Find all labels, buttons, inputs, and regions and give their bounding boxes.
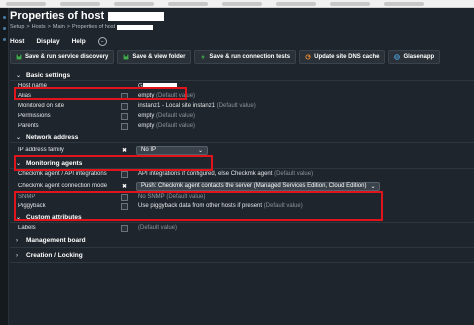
save-view-folder-button[interactable]: Save & view folder [117, 50, 192, 64]
breadcrumb-setup[interactable]: Setup [10, 24, 24, 30]
save-icon [16, 54, 22, 60]
ip-family-checkbox-checked[interactable]: ✖ [121, 147, 128, 154]
row-agent-api-integrations: Checkmk agent / API integrations API int… [18, 170, 314, 178]
page-header: Properties of host Setup > Hosts > Main > P… [10, 10, 165, 30]
update-dns-cache-button[interactable]: Update site DNS cache [299, 50, 386, 64]
section-basic-settings: ⌄ Basic settings Host name G Alias empty… [10, 70, 474, 131]
section-monitoring-agents: ⌄ Monitoring agents Checkmk agent / API … [10, 158, 474, 211]
chevron-down-icon: ⌄ [197, 147, 203, 154]
agent-api-checkbox[interactable] [121, 170, 128, 178]
properties-form: ⌄ Basic settings Host name G Alias empty… [10, 70, 474, 264]
refresh-icon [305, 54, 311, 60]
row-permissions: Permissions empty (Default value) [18, 112, 196, 120]
row-agent-connection-mode: Checkmk agent connection mode ✖ Push: Ch… [10, 179, 474, 193]
piggyback-checkbox[interactable] [121, 202, 128, 210]
menu-display[interactable]: Display [36, 38, 59, 45]
section-creation-locking: › Creation / Locking [10, 249, 474, 263]
save-icon [123, 54, 129, 60]
connection-mode-select[interactable]: Push: Checkmk agent contacts the server … [136, 181, 381, 191]
sidebar-nav[interactable] [0, 8, 9, 325]
breadcrumb-current: Properties of host [72, 24, 116, 30]
chevron-down-icon: ⌄ [370, 183, 376, 190]
permissions-checkbox[interactable] [121, 112, 128, 120]
globe-icon [394, 54, 401, 60]
breadcrumb-hosts[interactable]: Hosts [32, 24, 46, 30]
redacted-breadcrumb-host [117, 24, 154, 30]
row-labels: Labels (Default value) [18, 224, 178, 232]
row-monitored-on-site: Monitored on site instanz1 - Local site … [18, 102, 256, 110]
site-checkbox[interactable] [121, 102, 128, 110]
ip-family-select[interactable]: No IP ⌄ [136, 145, 208, 155]
action-toolbar: Save & run service discovery Save & view… [10, 50, 441, 64]
chevron-right-icon: › [16, 252, 18, 259]
section-header-basic[interactable]: ⌄ Basic settings [10, 70, 474, 81]
row-alias: Alias empty (Default value) [18, 92, 196, 100]
section-header-network[interactable]: ⌄ Network address [10, 132, 474, 143]
snmp-checkbox[interactable] [121, 193, 128, 201]
labels-checkbox[interactable] [121, 224, 128, 232]
breadcrumb: Setup > Hosts > Main > Properties of host [10, 24, 164, 30]
save-run-discovery-button[interactable]: Save & run service discovery [10, 50, 115, 64]
section-header-creation[interactable]: › Creation / Locking [10, 249, 474, 263]
row-parents: Parents empty (Default value) [18, 122, 196, 130]
row-piggyback: Piggyback Use piggyback data from other … [18, 202, 303, 210]
menu-bar: Host Display Help – [10, 37, 107, 46]
row-host-name: Host name G [10, 81, 474, 91]
alias-checkbox[interactable] [121, 92, 128, 100]
collapse-menu-icon[interactable]: – [97, 37, 107, 46]
menu-host[interactable]: Host [10, 38, 24, 45]
browser-bookmarks-bar [0, 0, 474, 8]
chevron-down-icon: ⌄ [16, 134, 22, 141]
section-custom-attributes: ⌄ Custom attributes Labels (Default valu… [10, 212, 474, 233]
chevron-down-icon: ⌄ [16, 214, 22, 221]
chevron-down-icon: ⌄ [16, 72, 22, 79]
row-ip-address-family: IP address family ✖ No IP ⌄ [10, 143, 474, 157]
menu-help[interactable]: Help [72, 38, 86, 45]
page-title: Properties of host [10, 10, 165, 22]
breadcrumb-main[interactable]: Main [53, 24, 65, 30]
save-run-connection-tests-button[interactable]: Save & run connection tests [194, 50, 297, 64]
glasenapp-button[interactable]: Glasenapp [388, 50, 441, 64]
section-header-monitoring[interactable]: ⌄ Monitoring agents [10, 158, 474, 169]
section-network-address: ⌄ Network address IP address family ✖ No… [10, 132, 474, 157]
connection-mode-checkbox-checked[interactable]: ✖ [121, 183, 128, 190]
redacted-hostname [142, 82, 177, 89]
chevron-right-icon: › [16, 237, 18, 244]
row-snmp: SNMP No SNMP (Default value) [18, 193, 206, 201]
section-management-board: › Management board [10, 234, 474, 248]
redacted-hostname [108, 11, 165, 21]
lightning-icon [201, 54, 206, 60]
section-header-custom[interactable]: ⌄ Custom attributes [10, 212, 474, 223]
parents-checkbox[interactable] [121, 122, 128, 130]
host-name-value[interactable]: G [138, 82, 177, 89]
section-header-management[interactable]: › Management board [10, 234, 474, 248]
chevron-down-icon: ⌄ [16, 160, 22, 167]
